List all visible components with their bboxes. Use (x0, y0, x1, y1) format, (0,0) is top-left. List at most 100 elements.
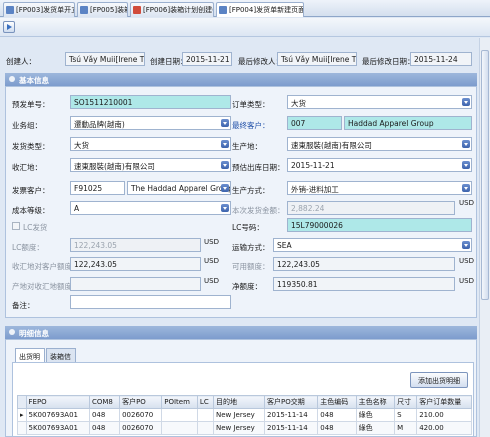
column-header[interactable]: 客户PO (119, 395, 163, 409)
table-cell[interactable]: 5K007693A01 (25, 408, 90, 422)
chevron-down-icon[interactable] (221, 161, 229, 169)
chevron-down-icon[interactable] (462, 184, 470, 192)
table-cell[interactable]: 0026070 (119, 408, 163, 422)
this-amount-label: 本次发货金额： (232, 206, 285, 215)
table-cell[interactable]: 210.00 (416, 408, 472, 422)
currency-unit: USD (204, 238, 219, 246)
table-cell[interactable]: 2015-11-14 (264, 421, 319, 435)
basic-info-header[interactable]: 基本信息 (5, 73, 477, 86)
lc-no-label: LC号码： (232, 223, 264, 232)
table-cell[interactable]: 5K007693A01 (25, 421, 90, 435)
creator-label: 创建人： (6, 57, 36, 66)
producer-select[interactable]: 速東服裝(越南)有限公司 (287, 137, 472, 151)
table-cell[interactable]: 2015-11-14 (264, 408, 319, 422)
table-cell[interactable]: 420.00 (416, 421, 472, 435)
run-icon[interactable] (3, 21, 15, 33)
document-icon (219, 6, 227, 14)
column-header[interactable]: FEPO (25, 395, 90, 409)
table-cell[interactable] (196, 408, 214, 422)
lc-amount-field: 122,243.05 (70, 238, 201, 252)
table-cell[interactable]: 048 (317, 408, 357, 422)
table-cell[interactable]: New Jersey (212, 408, 266, 422)
table-cell[interactable] (161, 421, 198, 435)
currency-unit: USD (459, 199, 474, 207)
chevron-down-icon[interactable] (462, 161, 470, 169)
collapse-icon (9, 76, 15, 82)
table-cell[interactable]: 綠色 (355, 408, 396, 422)
column-header[interactable]: 主色编码 (317, 395, 357, 409)
presale-no-field[interactable]: SO1511210001 (70, 95, 231, 109)
scrollbar-thumb[interactable] (481, 50, 489, 300)
chevron-down-icon[interactable] (462, 140, 470, 148)
table-cell[interactable]: 048 (88, 408, 121, 422)
modify-date-field: 2015-11-24 (410, 52, 472, 66)
invoice-customer-code[interactable]: F91025 (70, 181, 125, 195)
lc-no-field[interactable]: 15L79000026 (287, 218, 472, 232)
lc-amount-label: LC额度： (12, 243, 44, 252)
ship-type-label: 发货类型： (12, 142, 50, 151)
row-header (17, 395, 27, 409)
add-shipment-detail-button[interactable]: 添加出货明细 (410, 372, 468, 388)
chevron-down-icon[interactable] (462, 241, 470, 249)
remark-input[interactable] (70, 295, 231, 309)
prod-method-label: 生产方式： (232, 186, 270, 195)
column-header[interactable]: 客户订单数量 (416, 395, 472, 409)
ship-type-select[interactable]: 大货 (70, 137, 231, 151)
table-cell[interactable] (196, 421, 214, 435)
tab-packing-info[interactable]: 装箱信息 (46, 348, 76, 371)
invoice-customer-name[interactable]: The Haddad Apparel Group, L... (127, 181, 231, 195)
order-type-select[interactable]: 大货 (287, 95, 472, 109)
table-cell[interactable]: 綠色 (355, 421, 396, 435)
est-date-picker[interactable]: 2015-11-21 (287, 158, 472, 172)
end-customer-name: Haddad Apparel Group (344, 116, 472, 130)
end-customer-code[interactable]: 007 (287, 116, 342, 130)
table-cell[interactable]: 048 (88, 421, 121, 435)
create-date-field: 2015-11-21 (182, 52, 232, 66)
tab-shipment-detail[interactable]: 出货明细 (15, 348, 45, 371)
document-icon (133, 6, 141, 14)
collection-select[interactable]: 速東服裝(越南)有限公司 (70, 158, 231, 172)
column-header[interactable]: POItem (161, 395, 198, 409)
column-header[interactable]: 尺寸 (394, 395, 418, 409)
lc-ship-checkbox[interactable] (12, 222, 20, 230)
chevron-down-icon[interactable] (221, 184, 229, 192)
column-header[interactable]: 客户PO交期 (264, 395, 319, 409)
chevron-down-icon[interactable] (221, 119, 229, 127)
creator-field: Tsú Vǎy Muii[Irene T (65, 52, 145, 66)
currency-unit: USD (204, 277, 219, 285)
chevron-down-icon[interactable] (462, 98, 470, 106)
table-row[interactable]: ▸ 5K007693A01 048 0026070 New Jersey 201… (17, 408, 472, 422)
document-icon (80, 6, 88, 14)
tab-fp005[interactable]: [FP005]装箱计划 (77, 2, 128, 17)
table-cell[interactable]: S (394, 408, 418, 422)
row-selector-icon[interactable]: ▸ (17, 408, 27, 422)
row-selector[interactable] (17, 421, 27, 435)
chevron-down-icon[interactable] (221, 140, 229, 148)
order-type-label: 订单类型： (232, 100, 270, 109)
table-row[interactable]: 5K007693A01 048 0026070 New Jersey 2015-… (17, 421, 472, 435)
table-cell[interactable]: 0026070 (119, 421, 163, 435)
table-cell[interactable]: M (394, 421, 418, 435)
tab-fp004[interactable]: [FP004]发货单新建页面(不开放用户) (216, 2, 304, 17)
cost-level-select[interactable]: A (70, 201, 231, 215)
column-header[interactable]: LC (196, 395, 214, 409)
tab-fp006[interactable]: [FP006]装箱计划创建(不开放用户) (130, 2, 214, 17)
prod-method-select[interactable]: 外销-进料加工 (287, 181, 472, 195)
column-header[interactable]: 主色名称 (355, 395, 396, 409)
business-group-select[interactable]: 遷動品牌(越南) (70, 116, 231, 130)
table-cell[interactable]: New Jersey (212, 421, 266, 435)
column-header[interactable]: 目的地 (212, 395, 266, 409)
est-date-label: 预估出库日期： (232, 163, 285, 172)
presale-no-label: 预发单号： (12, 100, 50, 109)
chevron-down-icon[interactable] (221, 204, 229, 212)
vertical-scrollbar[interactable] (479, 38, 490, 437)
this-amount-field: 2,882.24 (287, 201, 455, 215)
transport-select[interactable]: SEA (273, 238, 472, 252)
detail-info-header[interactable]: 明细信息 (5, 326, 477, 339)
column-header[interactable]: COM8 (88, 395, 121, 409)
toolbar (0, 18, 490, 37)
tab-fp003[interactable]: [FP003]发货单开立 (3, 2, 75, 17)
producer-limit-field (70, 277, 201, 291)
table-cell[interactable] (161, 408, 198, 422)
table-cell[interactable]: 048 (317, 421, 357, 435)
